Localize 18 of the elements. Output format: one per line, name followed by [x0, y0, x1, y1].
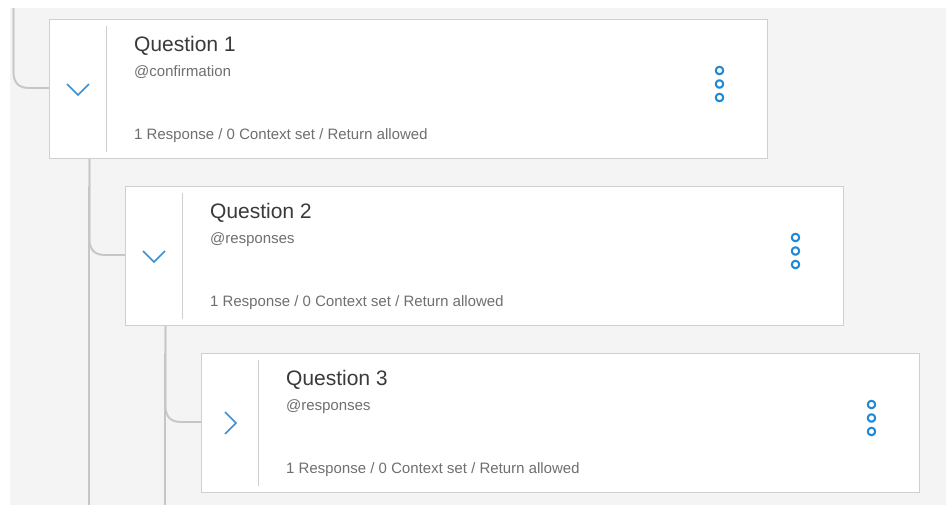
node-summary: 1 Response / 0 Context set / Return allowed — [210, 292, 504, 312]
node-card[interactable]: Question 2 @responses 1 Response / 0 Context set / Return allowed — [125, 186, 844, 326]
more-options-button[interactable] — [864, 397, 879, 439]
node-card[interactable]: Question 3 @responses 1 Response / 0 Context set / Return allowed — [201, 353, 920, 493]
overflow-menu-icon — [790, 232, 801, 270]
node-summary: 1 Response / 0 Context set / Return allowed — [286, 459, 580, 479]
node-condition: @responses — [286, 396, 372, 416]
node-summary: 1 Response / 0 Context set / Return allowed — [134, 125, 428, 145]
overflow-menu-icon — [714, 65, 725, 103]
node-title: Question 3 — [286, 366, 389, 392]
more-options-button[interactable] — [788, 230, 803, 272]
node-condition: @responses — [210, 229, 296, 249]
node-title: Question 2 — [210, 199, 313, 225]
more-options-button[interactable] — [712, 63, 727, 105]
node-title: Question 1 — [134, 32, 237, 58]
node-condition: @confirmation — [134, 62, 232, 82]
node-card[interactable]: Question 1 @confirmation 1 Response / 0 Context set / Return allowed — [49, 19, 768, 159]
overflow-menu-icon — [866, 399, 877, 437]
